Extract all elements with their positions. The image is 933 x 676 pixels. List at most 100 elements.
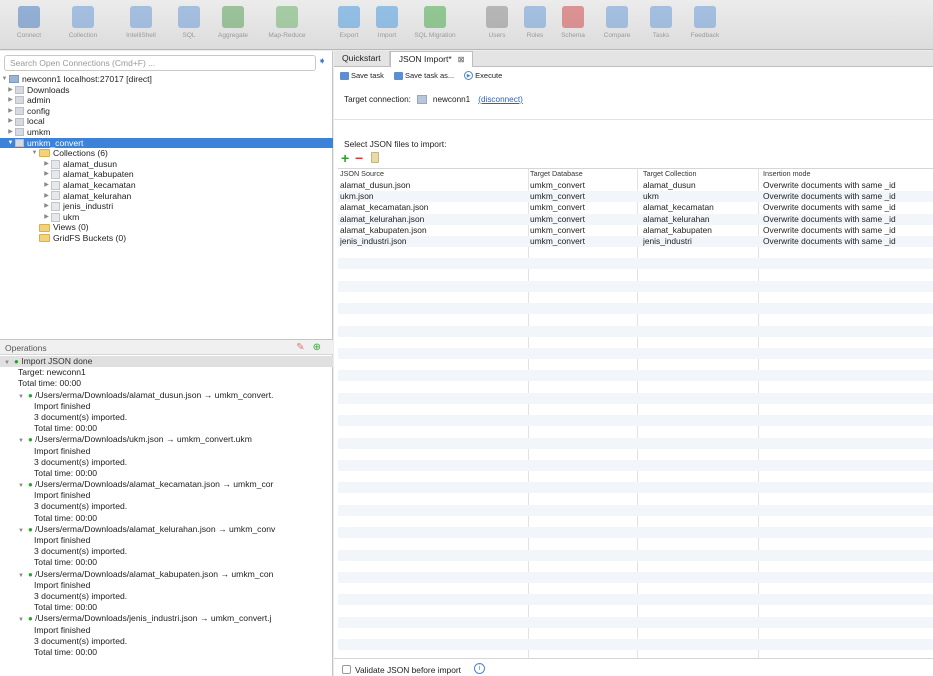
empty-table-row [338,437,933,449]
search-connections-input[interactable]: Search Open Connections (Cmd+F) ... [4,55,316,71]
disclosure-closed-icon[interactable]: ▶ [6,85,15,96]
save-task-as-button[interactable]: Save task as... [393,71,454,80]
tree-db-downloads[interactable]: ▶ Downloads [0,85,333,96]
empty-table-row [338,538,933,549]
operation-item-time: Total time: 00:00 [34,512,98,523]
empty-table-row [338,471,933,482]
header-json-source[interactable]: JSON Source [340,169,526,178]
table-row[interactable]: alamat_kelurahan.json umkm_convert alamat_… [338,213,933,225]
toolbar-label: SQL Migration [414,32,456,39]
header-target-database[interactable]: Target Database [530,169,628,178]
table-cell: alamat_kecamatan [643,202,714,213]
tree-db-umkm-convert[interactable]: ▼ umkm_convert [0,137,333,149]
disclosure-closed-icon[interactable]: ▶ [6,127,15,138]
table-cell: umkm_convert [530,236,585,246]
toolbar-export-button[interactable]: Export [330,0,368,48]
db-label: config [27,105,50,116]
tree-db-local[interactable]: ▶ local [0,116,333,127]
table-row[interactable]: alamat_kabupaten.json umkm_convert alamat_… [338,225,933,236]
disclosure-open-icon[interactable]: ▼ [18,615,28,624]
tree-db-admin[interactable]: ▶ admin [0,95,333,106]
toolbar-connect-button[interactable]: Connect [4,0,54,48]
disclosure-closed-icon[interactable]: ▶ [42,169,51,180]
table-row[interactable]: jenis_industri.json umkm_convert jenis_ind… [338,236,933,247]
disclosure-open-icon[interactable]: ▼ [18,392,28,401]
eraser-icon[interactable]: ✎ [296,342,304,353]
toolbar-roles-button[interactable]: Roles [516,0,554,48]
close-tab-icon[interactable]: ⊠ [458,55,465,64]
remove-file-icon[interactable]: − [355,150,363,166]
tree-collection-alamat-dusun[interactable]: ▶ alamat_dusun [0,159,333,170]
tree-collection-jenis-industri[interactable]: ▶ jenis_industri [0,201,333,212]
tree-db-config[interactable]: ▶ config [0,106,333,117]
table-row[interactable]: ukm.json umkm_convert ukm Overwrite documen… [338,191,933,203]
toolbar-label: Map-Reduce [268,32,306,39]
tree-collection-alamat-kecamatan[interactable]: ▶ alamat_kecamatan [0,180,333,191]
toolbar-aggregate-button[interactable]: Aggregate [208,0,258,48]
validate-json-checkbox[interactable] [342,665,351,674]
disclosure-open-icon[interactable]: ▼ [18,436,28,445]
tree-db-umkm[interactable]: ▶ umkm [0,127,333,138]
disclosure-open-icon[interactable]: ▼ [30,148,39,159]
search-arrow-icon[interactable]: ➧ [318,56,332,70]
connection-tree: ▼ newconn1 localhost:27017 [direct] ▶ Dow… [0,74,333,244]
toolbar-collection-button[interactable]: Collection [54,0,112,48]
save-task-button[interactable]: Save task [340,71,384,80]
toolbar-sql-button[interactable]: SQL [170,0,208,48]
table-row[interactable]: alamat_dusun.json umkm_convert alamat_dusu… [338,180,933,191]
add-file-icon[interactable]: + [341,150,349,166]
disclosure-closed-icon[interactable]: ▶ [6,106,15,117]
download-icon[interactable]: ⊕ [313,342,321,353]
tree-gridfs-folder[interactable]: GridFS Buckets (0) [0,233,333,244]
disclosure-closed-icon[interactable]: ▶ [6,95,15,106]
operation-item-path[interactable]: ▼ ● /Users/erma/Downloads/alamat_kecamata… [0,479,333,490]
disclosure-closed-icon[interactable]: ▶ [42,180,51,191]
header-insertion-mode[interactable]: Insertion mode [763,169,933,178]
disconnect-link[interactable]: (disconnect) [478,95,523,104]
operation-item-path[interactable]: ▼ ● /Users/erma/Downloads/jenis_industri.… [0,613,333,624]
toolbar-intellishell-button[interactable]: IntelliShell [112,0,170,48]
disclosure-closed-icon[interactable]: ▶ [42,201,51,212]
execute-button[interactable]: ▶ Execute [464,71,502,80]
tree-collection-alamat-kabupaten[interactable]: ▶ alamat_kabupaten [0,169,333,180]
toolbar-users-button[interactable]: Users [478,0,516,48]
tree-views-folder[interactable]: Views (0) [0,222,333,233]
tree-collections-folder[interactable]: ▼ Collections (6) [0,148,333,159]
toolbar-sql-migration-button[interactable]: SQL Migration [406,0,464,48]
toolbar-compare-button[interactable]: Compare [592,0,642,48]
operation-item-path[interactable]: ▼ ● /Users/erma/Downloads/alamat_dusun.js… [0,390,333,401]
disclosure-open-icon[interactable]: ▼ [0,74,9,85]
tree-connection[interactable]: ▼ newconn1 localhost:27017 [direct] [0,74,333,85]
header-target-collection[interactable]: Target Collection [643,169,755,178]
disclosure-open-icon[interactable]: ▼ [4,358,14,367]
clipboard-icon[interactable] [371,152,379,163]
toolbar-schema-button[interactable]: Schema [554,0,592,48]
operation-item-path[interactable]: ▼ ● /Users/erma/Downloads/alamat_keluraha… [0,524,333,535]
disclosure-open-icon[interactable]: ▼ [6,138,15,149]
table-cell: umkm_convert [530,180,585,190]
tree-collection-alamat-kelurahan[interactable]: ▶ alamat_kelurahan [0,191,333,202]
operation-item-time: Total time: 00:00 [34,602,98,613]
disclosure-closed-icon[interactable]: ▶ [42,159,51,170]
operation-title-row[interactable]: ▼ ● Import JSON done [0,356,333,368]
toolbar-import-button[interactable]: Import [368,0,406,48]
empty-table-row [338,549,933,561]
database-icon [15,96,24,105]
disclosure-closed-icon[interactable]: ▶ [42,191,51,202]
disclosure-closed-icon[interactable]: ▶ [42,212,51,223]
operation-item-path[interactable]: ▼ ● /Users/erma/Downloads/ukm.json → umkm… [0,434,333,445]
tree-collection-ukm[interactable]: ▶ ukm [0,212,333,223]
disclosure-closed-icon[interactable]: ▶ [6,116,15,127]
toolbar-tasks-button[interactable]: Tasks [642,0,680,48]
tab-quickstart[interactable]: Quickstart [334,51,390,67]
toolbar-map-reduce-button[interactable]: Map-Reduce [258,0,316,48]
disclosure-open-icon[interactable]: ▼ [18,481,28,490]
table-row[interactable]: alamat_kecamatan.json umkm_convert alamat_… [338,202,933,213]
info-icon[interactable]: i [474,663,485,674]
toolbar-feedback-button[interactable]: Feedback [680,0,730,48]
disclosure-open-icon[interactable]: ▼ [18,571,28,580]
table-cell: jenis_industri.json [340,236,407,246]
tab-json-import[interactable]: JSON Import* ⊠ [389,51,474,67]
operation-item-path[interactable]: ▼ ● /Users/erma/Downloads/alamat_kabupate… [0,569,333,580]
disclosure-open-icon[interactable]: ▼ [18,526,28,535]
